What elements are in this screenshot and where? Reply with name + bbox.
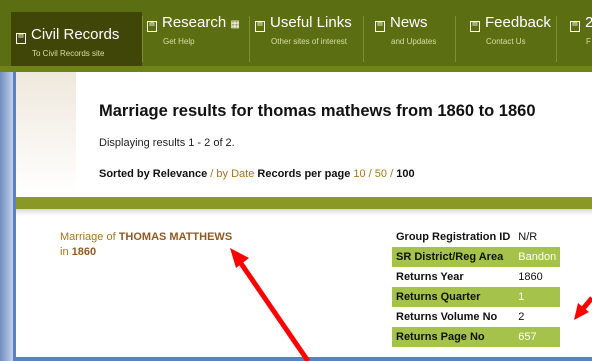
red-arrow-head [230,248,249,268]
annotation-arrows [230,248,592,361]
red-arrow-shaft [237,260,311,361]
